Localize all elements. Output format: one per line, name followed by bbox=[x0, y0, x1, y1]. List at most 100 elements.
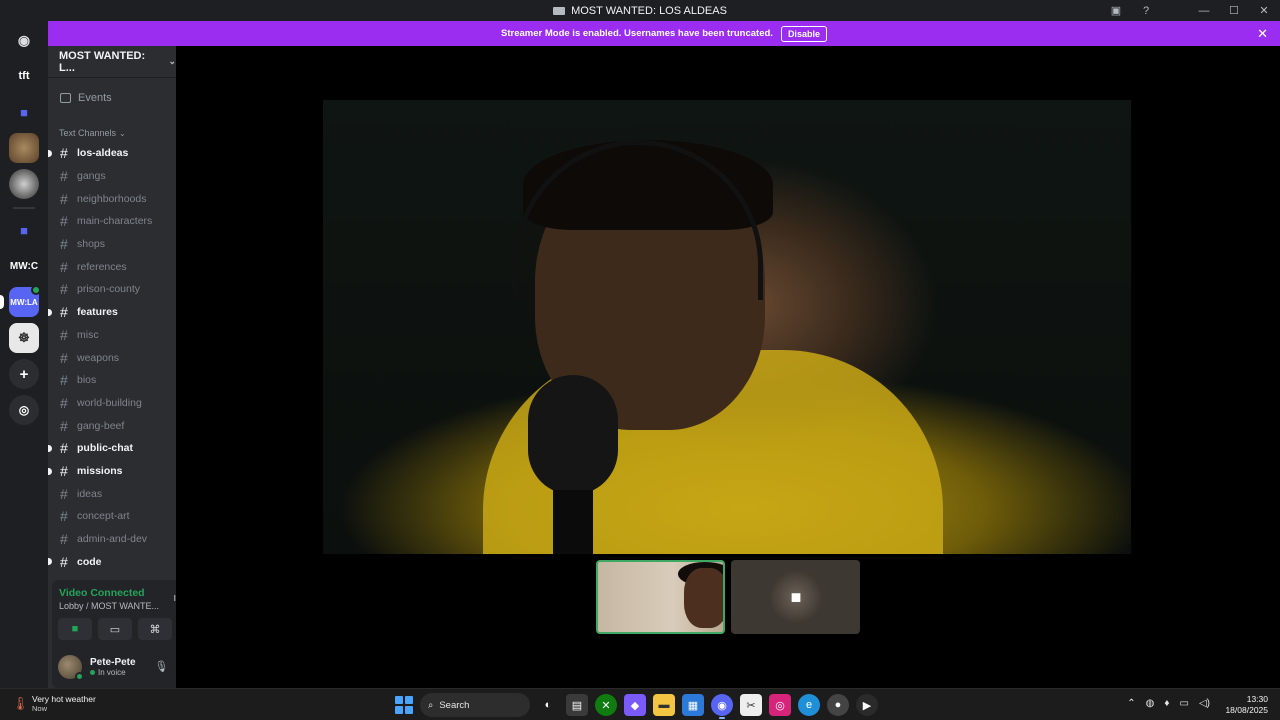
channel-prison-county[interactable]: # prison-county bbox=[48, 278, 176, 301]
discover-icon[interactable]: ◎ bbox=[9, 395, 39, 425]
main-video-feed[interactable] bbox=[323, 100, 1131, 554]
tray-app-icon[interactable]: ◍ bbox=[1146, 698, 1155, 709]
edge-icon[interactable]: e bbox=[798, 694, 820, 716]
channel-gang-beef[interactable]: # gang-beef bbox=[48, 414, 176, 437]
date: 18/08/2025 bbox=[1225, 705, 1268, 715]
add-server-icon[interactable]: + bbox=[9, 359, 39, 389]
channel-public-chat[interactable]: # public-chat bbox=[48, 437, 176, 460]
close-window-button[interactable]: ✕ bbox=[1256, 3, 1272, 19]
camera-button[interactable]: ■ bbox=[58, 618, 92, 640]
hash-icon: # bbox=[60, 553, 68, 570]
weather-title: Very hot weather bbox=[32, 694, 96, 704]
clock[interactable]: 13:30 18/08/2025 bbox=[1225, 694, 1268, 716]
channel-label: references bbox=[77, 260, 127, 273]
category-label: Text Channels bbox=[59, 128, 117, 138]
channel-gangs[interactable]: # gangs bbox=[48, 165, 176, 188]
channel-code[interactable]: # code bbox=[48, 550, 176, 573]
category-header[interactable]: Text Channels ⌄ bbox=[48, 128, 176, 138]
media-player-icon[interactable]: ▶ bbox=[856, 694, 878, 716]
channel-main-characters[interactable]: # main-characters bbox=[48, 210, 176, 233]
channel-neighborhoods[interactable]: # neighborhoods bbox=[48, 187, 176, 210]
start-button[interactable] bbox=[395, 696, 413, 714]
activity-button[interactable]: ⌘ bbox=[138, 618, 172, 640]
unread-indicator bbox=[48, 150, 52, 157]
hash-icon: # bbox=[60, 168, 68, 185]
voice-location[interactable]: Lobby / MOST WANTE... bbox=[59, 601, 159, 611]
channel-bios[interactable]: # bios bbox=[48, 369, 176, 392]
microphone-tray-icon[interactable]: ♦ bbox=[1164, 698, 1169, 709]
xbox-icon[interactable]: ✕ bbox=[595, 694, 617, 716]
hash-icon: # bbox=[60, 372, 68, 389]
volume-icon[interactable]: ◁) bbox=[1199, 698, 1210, 709]
channel-sidebar: MOST WANTED: L... ⌄ Events Text Channels… bbox=[48, 46, 218, 688]
voice-status: Video Connected bbox=[59, 587, 145, 599]
microphone-image bbox=[528, 375, 618, 495]
server-name: MOST WANTED: L... bbox=[59, 49, 146, 74]
copilot-icon[interactable]: ◐ bbox=[537, 694, 559, 716]
task-view-icon[interactable]: ▤ bbox=[566, 694, 588, 716]
weather-widget[interactable]: 🌡︎ Very hot weather Now bbox=[12, 694, 96, 713]
channel-missions[interactable]: # missions bbox=[48, 460, 176, 483]
disable-button[interactable]: Disable bbox=[780, 25, 827, 42]
channel-references[interactable]: # references bbox=[48, 255, 176, 278]
maximize-button[interactable]: ☐ bbox=[1226, 3, 1242, 19]
discord-taskbar-icon[interactable]: ◉ bbox=[711, 694, 733, 719]
server-tft[interactable]: tft bbox=[9, 61, 39, 91]
server-rail: ◉ tft ■ ■ MW:C MW:LA ☸ + ◎ bbox=[0, 21, 48, 688]
inbox-icon[interactable]: ▣ bbox=[1108, 3, 1124, 19]
self-video-thumbnail[interactable] bbox=[596, 560, 725, 634]
server-lion-icon[interactable]: ☸ bbox=[9, 323, 39, 353]
channel-features[interactable]: # features bbox=[48, 301, 176, 324]
screen-share-button[interactable]: ▭ bbox=[98, 618, 132, 640]
channel-concept-art[interactable]: # concept-art bbox=[48, 505, 176, 528]
server-badge-icon[interactable] bbox=[9, 169, 39, 199]
discord-home-icon[interactable]: ◉ bbox=[9, 25, 39, 55]
channel-admin-and-dev[interactable]: # admin-and-dev bbox=[48, 528, 176, 551]
channel-world-building[interactable]: # world-building bbox=[48, 392, 176, 415]
channel-weapons[interactable]: # weapons bbox=[48, 346, 176, 369]
channel-label: ideas bbox=[77, 487, 103, 500]
channel-label: missions bbox=[77, 464, 123, 477]
channel-ideas[interactable]: # ideas bbox=[48, 482, 176, 505]
channel-list: # los-aldeas # gangs # neighborhoods # main-cha… bbox=[48, 142, 176, 573]
video-stage: ■ bbox=[176, 46, 1280, 688]
avatar[interactable] bbox=[58, 655, 84, 681]
search-icon: ⌕ bbox=[428, 699, 434, 711]
hash-icon: # bbox=[60, 508, 68, 525]
participant-thumbnail[interactable]: ■ bbox=[731, 560, 860, 634]
server-tft-label: tft bbox=[18, 70, 30, 82]
user-status: In voice bbox=[90, 668, 136, 677]
minimize-button[interactable]: — bbox=[1196, 3, 1212, 19]
store-icon[interactable]: ▦ bbox=[682, 694, 704, 716]
hash-icon: # bbox=[60, 236, 68, 253]
channel-shops[interactable]: # shops bbox=[48, 233, 176, 256]
server-mw-c[interactable]: MW:C bbox=[9, 251, 39, 281]
chevron-up-icon[interactable]: ⌃ bbox=[1127, 698, 1135, 709]
server-folder-icon[interactable]: ■ bbox=[9, 97, 39, 127]
help-icon[interactable]: ? bbox=[1138, 3, 1154, 19]
channel-label: features bbox=[77, 306, 118, 319]
hash-icon: # bbox=[60, 145, 68, 162]
instagram-icon[interactable]: ◎ bbox=[769, 694, 791, 716]
user-info[interactable]: Pete-Pete In voice bbox=[90, 657, 136, 677]
copilot-app-icon[interactable]: ◆ bbox=[624, 694, 646, 716]
server-mw-la[interactable]: MW:LA bbox=[0, 285, 41, 317]
server-folder-2-icon[interactable]: ■ bbox=[9, 215, 39, 245]
hash-icon: # bbox=[60, 531, 68, 548]
taskbar-search[interactable]: ⌕ Search bbox=[420, 693, 530, 717]
network-icon[interactable]: ▭ bbox=[1180, 698, 1189, 709]
window-title-wrap: MOST WANTED: LOS ALDEAS bbox=[553, 5, 727, 17]
close-banner-icon[interactable]: ✕ bbox=[1257, 26, 1268, 42]
server-header[interactable]: MOST WANTED: L... ⌄ bbox=[48, 46, 176, 78]
file-explorer-icon[interactable]: ▬ bbox=[653, 694, 675, 716]
search-placeholder: Search bbox=[439, 699, 470, 711]
snipping-tool-icon[interactable]: ✂ bbox=[740, 694, 762, 716]
channel-label: bios bbox=[77, 374, 97, 387]
server-mw-c-label: MW:C bbox=[9, 260, 39, 272]
microphone-icon[interactable]: 🎙︎ bbox=[154, 660, 168, 673]
obs-icon[interactable]: ● bbox=[827, 694, 849, 716]
channel-misc[interactable]: # misc bbox=[48, 324, 176, 347]
server-art-icon[interactable] bbox=[9, 133, 39, 163]
channel-los-aldeas[interactable]: # los-aldeas bbox=[48, 142, 176, 165]
events-item[interactable]: Events bbox=[48, 78, 176, 104]
